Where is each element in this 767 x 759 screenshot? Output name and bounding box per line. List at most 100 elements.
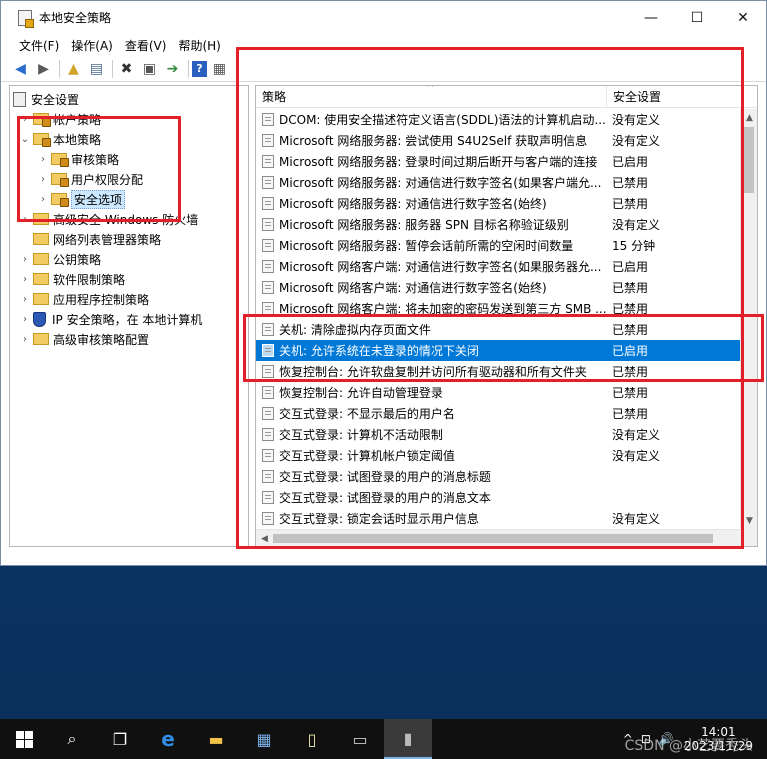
table-row[interactable]: DCOM: 使用安全描述符定义语言(SDDL)语法的计算机启动... 没有定义	[256, 109, 740, 130]
table-row[interactable]: Microsoft 网络服务器: 登录时间过期后断开与客户端的连接 已启用	[256, 151, 740, 172]
vertical-scrollbar[interactable]: ▲ ▼	[740, 109, 757, 529]
menu-file[interactable]: 文件(F)	[13, 37, 65, 54]
server-manager-icon[interactable]: ▦	[240, 719, 288, 759]
policy-name: Microsoft 网络客户端: 对通信进行数字签名(如果服务器允...	[279, 260, 602, 274]
tree-item-firewall[interactable]: › 高级安全 Windows 防火墙	[10, 209, 248, 229]
table-row[interactable]: 交互式登录: 试图登录的用户的消息标题	[256, 466, 740, 487]
properties-icon[interactable]: ▣	[139, 59, 160, 79]
table-row[interactable]: Microsoft 网络客户端: 对通信进行数字签名(如果服务器允... 已启用	[256, 256, 740, 277]
export-icon[interactable]: ➔	[162, 59, 183, 79]
minimize-button[interactable]: —	[628, 1, 674, 34]
file-explorer-icon[interactable]: ▬	[192, 719, 240, 759]
horizontal-scroll-thumb[interactable]	[273, 534, 713, 543]
chevron-right-icon[interactable]: ›	[19, 314, 31, 325]
table-row[interactable]: Microsoft 网络客户端: 对通信进行数字签名(始终) 已禁用	[256, 277, 740, 298]
tree-item-account-policies[interactable]: › 帐户策略	[10, 109, 248, 129]
table-row[interactable]: 交互式登录: 锁定会话时显示用户信息 没有定义	[256, 508, 740, 529]
chevron-right-icon[interactable]: ›	[19, 274, 31, 285]
table-row[interactable]: 恢复控制台: 允许软盘复制并访问所有驱动器和所有文件夹 已禁用	[256, 361, 740, 382]
list-rows: DCOM: 使用安全描述符定义语言(SDDL)语法的计算机启动... 没有定义 Mi…	[256, 109, 740, 529]
table-row[interactable]: Microsoft 网络服务器: 服务器 SPN 目标名称验证级别 没有定义	[256, 214, 740, 235]
chevron-down-icon[interactable]: ⌄	[19, 134, 31, 145]
chevron-right-icon[interactable]: ›	[19, 254, 31, 265]
forward-arrow-icon[interactable]: ▶	[33, 59, 54, 79]
policy-cell: 交互式登录: 计算机不活动限制	[256, 426, 606, 443]
scroll-up-icon[interactable]: ▲	[741, 109, 757, 126]
chevron-right-icon[interactable]: ›	[19, 334, 31, 345]
policy-icon	[262, 428, 274, 441]
view-icon[interactable]: ▦	[209, 59, 230, 79]
table-row[interactable]: 交互式登录: 计算机不活动限制 没有定义	[256, 424, 740, 445]
notepad-icon[interactable]: ▯	[288, 719, 336, 759]
tree-item-local-policies[interactable]: ⌄ 本地策略	[10, 129, 248, 149]
policy-name: 恢复控制台: 允许软盘复制并访问所有驱动器和所有文件夹	[279, 365, 587, 379]
task-view-icon[interactable]: ❐	[96, 719, 144, 759]
menu-help[interactable]: 帮助(H)	[172, 37, 226, 54]
chevron-right-icon[interactable]: ›	[37, 174, 49, 185]
tree-root[interactable]: 安全设置	[10, 89, 248, 109]
tree-item-app-control[interactable]: › 应用程序控制策略	[10, 289, 248, 309]
maximize-button[interactable]: ☐	[674, 1, 720, 34]
table-row[interactable]: 交互式登录: 不显示最后的用户名 已禁用	[256, 403, 740, 424]
table-row[interactable]: 交互式登录: 试图登录的用户的消息文本	[256, 487, 740, 508]
tree-item-security-options[interactable]: › 安全选项	[10, 189, 248, 209]
table-row[interactable]: Microsoft 网络服务器: 尝试使用 S4U2Self 获取声明信息 没有定…	[256, 130, 740, 151]
scroll-left-icon[interactable]: ◀	[256, 530, 273, 546]
table-row[interactable]: Microsoft 网络服务器: 对通信进行数字签名(如果客户端允... 已禁用	[256, 172, 740, 193]
help-icon[interactable]: ?	[192, 60, 207, 77]
scroll-down-icon[interactable]: ▼	[741, 512, 757, 529]
table-row[interactable]: 关机: 清除虚拟内存页面文件 已禁用	[256, 319, 740, 340]
column-header-setting[interactable]: 安全设置	[606, 86, 757, 107]
tree-pane: 安全设置 › 帐户策略 ⌄ 本地策略 › 审核策略 › 用户权限分配 › 安全选…	[9, 85, 249, 547]
search-icon[interactable]: ⌕	[48, 719, 96, 759]
table-row[interactable]: 交互式登录: 计算机帐户锁定阈值 没有定义	[256, 445, 740, 466]
security-settings-icon	[13, 91, 26, 107]
local-security-policy-icon[interactable]: ▮	[384, 719, 432, 759]
tree-item-network-list[interactable]: 网络列表管理器策略	[10, 229, 248, 249]
table-row[interactable]: Microsoft 网络服务器: 暂停会话前所需的空闲时间数量 15 分钟	[256, 235, 740, 256]
table-row[interactable]: Microsoft 网络服务器: 对通信进行数字签名(始终) 已禁用	[256, 193, 740, 214]
tree-root-label: 安全设置	[31, 92, 80, 107]
vertical-scroll-thumb[interactable]	[744, 127, 754, 193]
chevron-right-icon[interactable]: ›	[19, 294, 31, 305]
delete-icon[interactable]: ✖	[116, 59, 137, 79]
title-bar[interactable]: 本地安全策略 — ☐ ✕	[1, 1, 766, 34]
chevron-right-icon[interactable]: ›	[37, 194, 49, 205]
chevron-right-icon[interactable]: ›	[37, 154, 49, 165]
setting-cell: 已禁用	[612, 281, 649, 295]
ie-icon[interactable]: e	[144, 719, 192, 759]
menu-action[interactable]: 操作(A)	[65, 37, 119, 54]
show-tree-icon[interactable]: ▤	[86, 59, 107, 79]
menu-view[interactable]: 查看(V)	[119, 37, 173, 54]
tree-item-audit-policy[interactable]: › 审核策略	[10, 149, 248, 169]
chevron-right-icon[interactable]: ›	[19, 214, 31, 225]
policy-name: Microsoft 网络客户端: 将未加密的密码发送到第三方 SMB ...	[279, 302, 606, 316]
horizontal-scrollbar[interactable]: ◀	[256, 529, 740, 546]
tree-item-advanced-audit[interactable]: › 高级审核策略配置	[10, 329, 248, 349]
table-row[interactable]: Microsoft 网络客户端: 将未加密的密码发送到第三方 SMB ... 已禁…	[256, 298, 740, 319]
list-header: ^ 策略 安全设置	[256, 86, 757, 108]
setting-cell: 没有定义	[612, 113, 661, 127]
start-button[interactable]	[0, 719, 48, 759]
tree-item-label: 本地策略	[53, 132, 102, 147]
back-arrow-icon[interactable]: ◀	[10, 59, 31, 79]
close-button[interactable]: ✕	[720, 1, 766, 34]
up-folder-icon[interactable]: ▲	[63, 59, 84, 79]
policy-icon	[262, 281, 274, 294]
tree-item-label: 软件限制策略	[53, 272, 126, 287]
policy-name: 交互式登录: 计算机帐户锁定阈值	[279, 449, 455, 463]
policy-cell: Microsoft 网络服务器: 对通信进行数字签名(如果客户端允...	[256, 174, 606, 191]
tree-item-software-restriction[interactable]: › 软件限制策略	[10, 269, 248, 289]
chevron-right-icon[interactable]: ›	[19, 114, 31, 125]
table-row[interactable]: 关机: 允许系统在未登录的情况下关闭 已启用	[256, 340, 740, 361]
table-row[interactable]: 恢复控制台: 允许自动管理登录 已禁用	[256, 382, 740, 403]
tree-item-public-key[interactable]: › 公钥策略	[10, 249, 248, 269]
setting-cell: 没有定义	[612, 218, 661, 232]
tree-item-user-rights[interactable]: › 用户权限分配	[10, 169, 248, 189]
policy-icon	[262, 512, 274, 525]
policy-icon	[262, 239, 274, 252]
policy-cell: Microsoft 网络服务器: 对通信进行数字签名(始终)	[256, 195, 606, 212]
cmd-icon[interactable]: ▭	[336, 719, 384, 759]
tree-item-ip-security[interactable]: › IP 安全策略，在 本地计算机	[10, 309, 248, 329]
tree-item-label: 高级安全 Windows 防火墙	[53, 212, 199, 227]
